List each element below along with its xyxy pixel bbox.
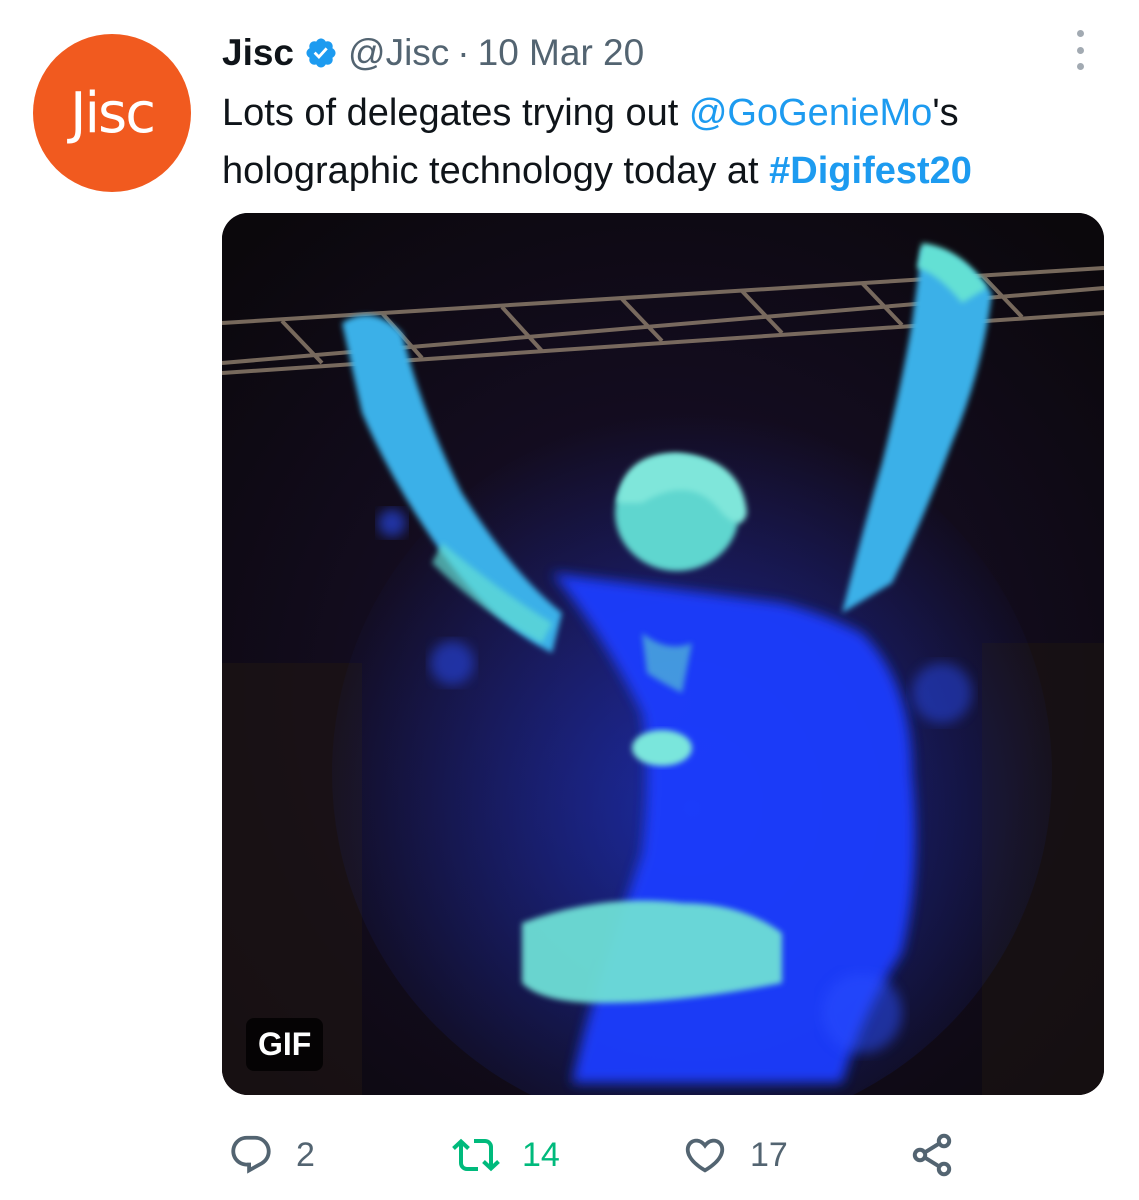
share-button[interactable] — [908, 1125, 956, 1185]
reply-count: 2 — [296, 1135, 315, 1174]
avatar[interactable]: Jisc — [33, 34, 191, 192]
tweet-text: Lots of delegates trying out @GoGenieMo'… — [222, 84, 1122, 200]
gif-media[interactable]: GIF — [222, 213, 1104, 1095]
share-icon — [908, 1131, 956, 1179]
tweet-header: Jisc @Jisc · 10 Mar 20 — [222, 28, 644, 78]
header-separator: · — [457, 32, 470, 73]
mention-link[interactable]: @GoGenieMo — [689, 92, 932, 134]
tweet-date[interactable]: 10 Mar 20 — [478, 32, 645, 74]
reply-icon — [228, 1132, 274, 1178]
retweet-icon — [452, 1131, 500, 1179]
avatar-logo-text: Jisc — [69, 80, 156, 146]
action-bar: 2 14 17 — [222, 1125, 982, 1185]
author-handle[interactable]: @Jisc — [348, 32, 449, 74]
reply-button[interactable]: 2 — [228, 1125, 315, 1185]
heart-icon — [682, 1132, 728, 1178]
holographic-figure-image — [222, 213, 1104, 1095]
like-count: 17 — [750, 1135, 788, 1174]
author-name[interactable]: Jisc — [222, 32, 294, 74]
retweet-button[interactable]: 14 — [452, 1125, 560, 1185]
tweet: Jisc Jisc @Jisc · 10 Mar 20 Lots of dele… — [0, 0, 1139, 1200]
tweet-text-part: Lots of delegates trying out — [222, 92, 689, 134]
more-options-icon[interactable] — [1068, 30, 1092, 70]
verified-badge-icon — [304, 36, 338, 70]
gif-badge: GIF — [246, 1018, 324, 1071]
retweet-count: 14 — [522, 1135, 560, 1174]
hashtag-link[interactable]: #Digifest20 — [769, 150, 972, 192]
like-button[interactable]: 17 — [682, 1125, 788, 1185]
